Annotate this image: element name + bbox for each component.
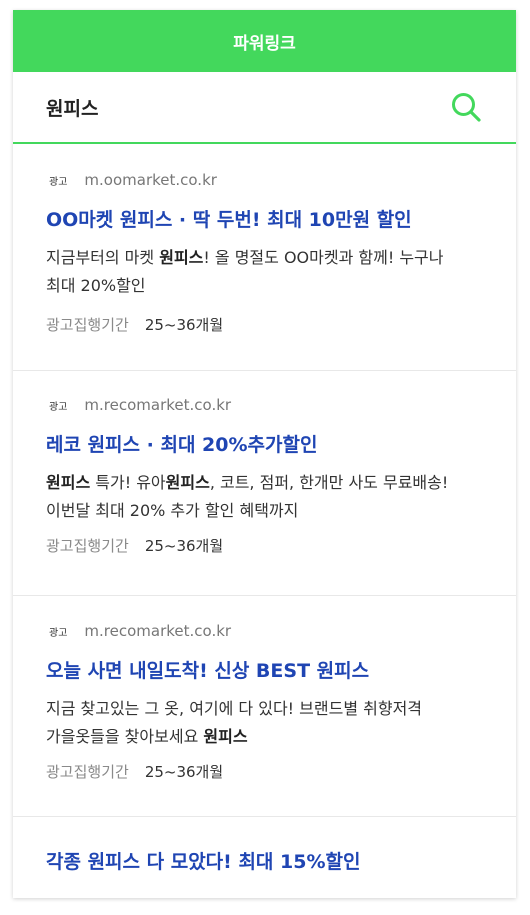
ad-period: 광고집행기간 25~36개월 <box>46 761 484 782</box>
ad-url[interactable]: m.oomarket.co.kr <box>84 171 217 189</box>
ad-title-link[interactable]: 각종 원피스 다 모았다! 최대 15%할인 <box>46 847 484 874</box>
ad-badge: 광고 <box>49 402 68 413</box>
ad-period: 광고집행기간 25~36개월 <box>46 314 484 335</box>
ad-period: 광고집행기간 25~36개월 <box>46 535 484 556</box>
ad-desc-text: 지금부터의 마켓 <box>46 248 160 267</box>
ad-item: 각종 원피스 다 모았다! 최대 15%할인 <box>13 817 516 874</box>
ad-period-label: 광고집행기간 <box>46 763 129 781</box>
ad-header: 광고 m.oomarket.co.kr <box>46 171 484 191</box>
ad-title-link[interactable]: OO마켓 원피스 · 딱 두번! 최대 10만원 할인 <box>46 205 484 232</box>
ad-desc-keyword: 원피스 <box>159 248 204 267</box>
ad-badge: 광고 <box>49 628 68 639</box>
ad-period-value: 25~36개월 <box>144 763 224 781</box>
ad-item: 광고 m.oomarket.co.kr OO마켓 원피스 · 딱 두번! 최대 … <box>13 144 516 371</box>
ad-header: 광고 m.recomarket.co.kr <box>46 622 484 642</box>
ad-desc-keyword: 원피스 <box>165 473 210 492</box>
ad-item: 광고 m.recomarket.co.kr 레코 원피스 · 최대 20%추가할… <box>13 371 516 596</box>
header-title: 파워링크 <box>233 33 296 54</box>
ad-description: 지금부터의 마켓 원피스! 올 명절도 OO마켓과 함께! 누구나 최대 20%… <box>46 244 476 300</box>
ad-period-label: 광고집행기간 <box>46 537 129 555</box>
ad-badge: 광고 <box>49 177 68 188</box>
powerlink-panel: 파워링크 원피스 광고 m.oomarket.co.kr OO마켓 원피스 · … <box>13 10 516 898</box>
search-query[interactable]: 원피스 <box>46 94 98 121</box>
ad-url[interactable]: m.recomarket.co.kr <box>84 622 231 640</box>
ad-description: 지금 찾고있는 그 옷, 여기에 다 있다! 브랜드별 취향저격 가을옷들을 찾… <box>46 695 476 751</box>
ad-title-link[interactable]: 레코 원피스 · 최대 20%추가할인 <box>46 430 484 457</box>
ad-title-link[interactable]: 오늘 사면 내일도착! 신상 BEST 원피스 <box>46 656 484 683</box>
ad-url[interactable]: m.recomarket.co.kr <box>84 396 231 414</box>
ad-desc-keyword: 원피스 <box>203 727 248 746</box>
powerlink-header: 파워링크 <box>13 10 516 72</box>
ad-period-value: 25~36개월 <box>144 537 224 555</box>
ad-description: 원피스 특가! 유아원피스, 코트, 점퍼, 한개만 사도 무료배송! 이번달 … <box>46 469 476 525</box>
ad-item: 광고 m.recomarket.co.kr 오늘 사면 내일도착! 신상 BES… <box>13 596 516 817</box>
ad-desc-keyword: 원피스 <box>46 473 91 492</box>
search-button[interactable] <box>450 91 482 123</box>
search-icon <box>452 93 481 122</box>
search-bar: 원피스 <box>13 72 516 144</box>
ad-desc-text: 특가! 유아 <box>90 473 166 492</box>
ad-period-value: 25~36개월 <box>144 316 224 334</box>
ad-period-label: 광고집행기간 <box>46 316 129 334</box>
ad-header: 광고 m.recomarket.co.kr <box>46 396 484 416</box>
